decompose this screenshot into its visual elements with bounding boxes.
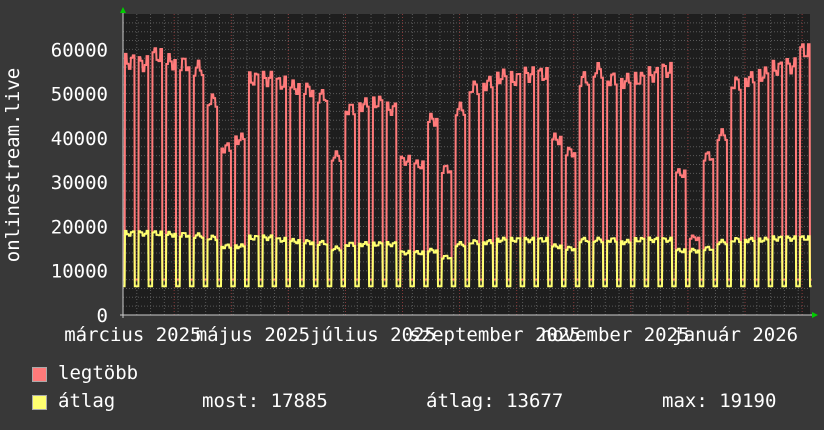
x-tick-label: május 2025: [196, 324, 310, 346]
y-tick-label: 10000: [51, 261, 108, 283]
x-ticks: március 2025május 2025 július 2025szeptem…: [64, 324, 798, 346]
chart: 0100002000030000400005000060000 március …: [2, 7, 818, 346]
x-axis-arrow-icon: [812, 312, 818, 318]
x-tick-label: január 2026: [672, 324, 798, 346]
y-axis-arrow-icon: [120, 7, 126, 13]
y-tick-label: 60000: [51, 39, 108, 61]
legend-now: most: 17885: [202, 390, 328, 412]
y-tick-label: 50000: [51, 84, 108, 106]
x-tick-label: március 2025: [64, 324, 201, 346]
y-tick-label: 20000: [51, 216, 108, 238]
legend-max: max: 19190: [662, 390, 777, 412]
legend-swatch-avg: [32, 395, 47, 410]
y-tick-label: 40000: [51, 128, 108, 150]
x-tick-label: november 2025: [541, 324, 690, 346]
plot-area: [123, 14, 810, 315]
legend-average: átlag: 13677: [426, 390, 564, 412]
legend-max-label: legtöbb: [58, 362, 139, 384]
y-tick-label: 30000: [51, 172, 108, 194]
y-axis-label: onlinestream.live: [2, 68, 24, 262]
legend-swatch-max: [32, 367, 47, 382]
legend-avg-label: átlag: [58, 390, 116, 412]
y-ticks: 0100002000030000400005000060000: [51, 39, 108, 327]
